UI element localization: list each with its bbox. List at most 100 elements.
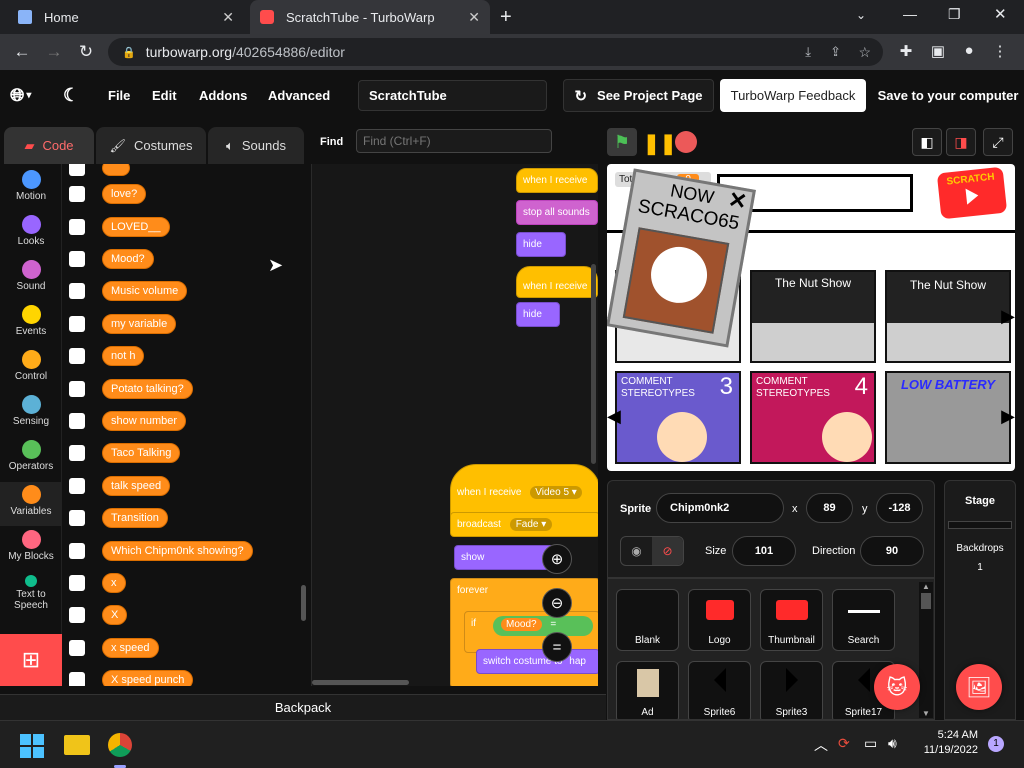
category-events[interactable]: Events xyxy=(0,305,62,337)
variable-block[interactable]: Which Chipm0nk showing? xyxy=(102,541,253,561)
variable-block[interactable]: love? xyxy=(102,184,147,204)
variable-row[interactable]: x speed xyxy=(62,636,159,660)
variable-checkbox[interactable] xyxy=(69,640,85,656)
variable-checkbox[interactable] xyxy=(69,445,85,461)
fullscreen-button[interactable]: ⤢ xyxy=(983,128,1013,156)
install-icon[interactable]: ⤓ xyxy=(805,44,811,60)
browser-tab-scratchtube[interactable]: ScratchTube - TurboWarp ✕ xyxy=(250,0,490,34)
variable-checkbox[interactable] xyxy=(69,575,85,591)
variable-row[interactable]: Taco Talking xyxy=(62,441,181,465)
forward-arrow-icon[interactable]: → xyxy=(38,42,70,62)
sprite-tile-thumbnail[interactable]: Thumbnail xyxy=(760,589,823,651)
direction-input[interactable]: 90 xyxy=(860,536,924,566)
category-motion[interactable]: Motion xyxy=(0,170,62,202)
variable-row[interactable] xyxy=(62,164,130,180)
volume-icon[interactable]: 🔊︎ xyxy=(888,735,897,752)
variable-checkbox[interactable] xyxy=(69,186,85,202)
variable-row[interactable]: love? xyxy=(62,182,147,206)
show-eye-icon[interactable]: ◉ xyxy=(621,537,652,565)
broadcast-dropdown[interactable]: Fade ▾ xyxy=(509,518,553,531)
advanced-menu[interactable]: Advanced xyxy=(268,70,330,120)
equals-operator[interactable]: Mood? = xyxy=(493,616,593,636)
variable-block[interactable]: x speed xyxy=(102,638,159,658)
windows-start-icon[interactable] xyxy=(20,734,44,758)
variable-checkbox[interactable] xyxy=(69,164,85,176)
variable-checkbox[interactable] xyxy=(69,348,85,364)
variable-block[interactable]: talk speed xyxy=(102,476,171,496)
sprite-tile-sprite3[interactable]: Sprite3 xyxy=(760,661,823,719)
variable-row[interactable]: my variable xyxy=(62,312,177,336)
variable-block[interactable]: X speed punch xyxy=(102,670,194,686)
sprite-tile-logo[interactable]: Logo xyxy=(688,589,751,651)
switch-costume-block[interactable]: switch costume to hap xyxy=(476,649,598,674)
variable-checkbox[interactable] xyxy=(69,413,85,429)
variable-row[interactable]: not h xyxy=(62,344,145,368)
close-tab-icon[interactable]: ✕ xyxy=(468,9,480,26)
video-dropdown[interactable]: Video 5 ▾ xyxy=(530,486,582,499)
variable-checkbox[interactable] xyxy=(69,510,85,526)
variable-block[interactable]: show number xyxy=(102,411,187,431)
network-icon[interactable]: ▭ xyxy=(864,735,877,752)
variable-checkbox[interactable] xyxy=(69,316,85,332)
tab-sounds[interactable]: 🔈︎ Sounds xyxy=(208,127,304,164)
category-text-to-speech[interactable]: Text to Speech xyxy=(0,575,62,611)
stop-button[interactable] xyxy=(675,131,697,153)
sprite-tile-search[interactable]: Search xyxy=(832,589,895,651)
x-input[interactable]: 89 xyxy=(806,493,853,523)
browser-tab-home[interactable]: Home ✕ xyxy=(8,0,244,34)
hide-block-2[interactable]: hide xyxy=(516,302,560,327)
broadcast-block[interactable]: broadcast Fade ▾ xyxy=(450,512,598,537)
variable-block[interactable]: Potato talking? xyxy=(102,379,193,399)
workspace-horizontal-scrollbar[interactable] xyxy=(312,680,409,685)
notification-badge[interactable]: 1 xyxy=(988,736,1004,752)
close-tab-icon[interactable]: ✕ xyxy=(222,9,234,26)
variable-row[interactable]: Potato talking? xyxy=(62,377,193,401)
scroll-right-arrow-icon[interactable]: ▶ xyxy=(1001,306,1015,327)
sprite-tile-blank[interactable]: Blank xyxy=(616,589,679,651)
category-variables[interactable]: Variables xyxy=(0,482,62,526)
if-block[interactable]: if Mood? = xyxy=(464,611,598,653)
code-workspace[interactable]: when I receive stop all sounds hide when… xyxy=(312,164,598,686)
language-globe-icon[interactable]: 🌐︎ ▾ xyxy=(10,70,31,120)
variable-row[interactable]: X xyxy=(62,603,128,627)
file-explorer-icon[interactable] xyxy=(64,735,90,755)
category-my-blocks[interactable]: My Blocks xyxy=(0,530,62,562)
variable-block[interactable]: not h xyxy=(102,346,145,366)
variable-row[interactable]: LOVED__ xyxy=(62,215,170,239)
variable-block[interactable]: x xyxy=(102,573,126,593)
workspace-vertical-scrollbar[interactable] xyxy=(591,264,596,464)
variable-block[interactable]: X xyxy=(102,605,128,625)
variable-checkbox[interactable] xyxy=(69,478,85,494)
small-stage-button[interactable]: ◧ xyxy=(912,128,942,156)
variable-row[interactable]: talk speed xyxy=(62,474,171,498)
variable-block[interactable]: Music volume xyxy=(102,281,188,301)
scroll-up-icon[interactable]: ▲ xyxy=(919,582,933,591)
tray-update-icon[interactable]: ⟳ xyxy=(838,735,850,752)
variable-block[interactable]: Transition xyxy=(102,508,168,528)
reload-icon[interactable]: ↻ xyxy=(70,42,102,62)
large-stage-button[interactable]: ◨ xyxy=(946,128,976,156)
variable-checkbox[interactable] xyxy=(69,381,85,397)
pause-button[interactable]: ❚❚ xyxy=(643,131,677,156)
clock[interactable]: 5:24 AM 11/19/2022 xyxy=(918,729,978,756)
category-looks[interactable]: Looks xyxy=(0,215,62,247)
when-i-receive-block[interactable]: when I receive xyxy=(516,168,598,193)
stage-canvas[interactable]: Total Views 0 SCRATCH The Nut Show The N… xyxy=(607,164,1015,471)
restore-button[interactable]: ❐ xyxy=(948,6,961,23)
theme-moon-icon[interactable]: ☾ xyxy=(63,70,79,120)
variable-block[interactable]: LOVED__ xyxy=(102,217,170,237)
sprite-list-scrollbar[interactable]: ▲ ▼ xyxy=(919,582,933,718)
sprite-tile-ad[interactable]: Ad xyxy=(616,661,679,719)
variable-row[interactable]: X speed punch xyxy=(62,668,194,686)
category-sound[interactable]: Sound xyxy=(0,260,62,292)
scroll-thumb[interactable] xyxy=(921,593,931,609)
zoom-reset-button[interactable]: = xyxy=(542,632,572,662)
variable-checkbox[interactable] xyxy=(69,251,85,267)
category-sensing[interactable]: Sensing xyxy=(0,395,62,427)
extensions-puzzle-icon[interactable]: ✚ xyxy=(896,42,916,60)
add-extension-button[interactable]: ⊞ xyxy=(0,634,62,686)
variable-checkbox[interactable] xyxy=(69,607,85,623)
green-flag-button[interactable]: ⚑ xyxy=(607,128,637,156)
url-field[interactable]: 🔒 turbowarp.org /402654886/editor ⤓ ⇪ ☆ xyxy=(108,38,883,66)
variable-row[interactable]: show number xyxy=(62,409,187,433)
